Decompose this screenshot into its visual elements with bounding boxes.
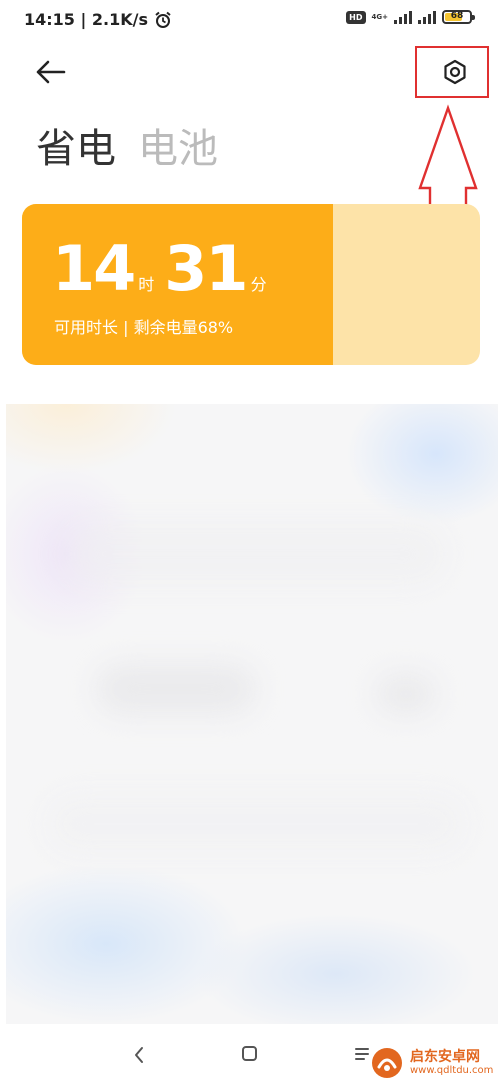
battery-icon: 68 <box>442 10 475 24</box>
signal-icon-2 <box>418 10 436 24</box>
status-time: 14:15 | 2.1K/s <box>24 10 149 29</box>
watermark-name: 启东安卓网 <box>410 1049 480 1065</box>
tab-bar: 省电 电池 <box>36 116 218 174</box>
hexagon-gear-icon <box>444 59 466 85</box>
watermark-logo: 启东安卓网 www.qdltdu.com <box>370 1044 498 1082</box>
tab-battery[interactable]: 电池 <box>138 116 218 174</box>
blurred-content <box>6 404 498 1024</box>
hours-value: 14 <box>52 232 136 305</box>
arrow-left-icon <box>36 60 66 84</box>
status-right: HD 4G+ 68 <box>346 10 475 24</box>
minutes-unit: 分 <box>250 275 267 294</box>
status-left: 14:15 | 2.1K/s <box>24 10 172 29</box>
hours-unit: 时 <box>138 275 155 294</box>
hd-badge: HD <box>346 10 366 24</box>
nav-back-button[interactable] <box>128 1042 150 1068</box>
network-indicator: 4G+ <box>371 12 388 21</box>
battery-time-card[interactable]: 14 时 31 分 可用时长 | 剩余电量68% <box>22 204 480 365</box>
nav-home-button[interactable] <box>240 1044 260 1064</box>
battery-level: 68 <box>450 11 464 21</box>
back-button[interactable] <box>30 56 70 88</box>
chevron-left-icon <box>135 1047 143 1063</box>
minutes-value: 31 <box>164 232 248 305</box>
network-label: 4G+ <box>371 12 388 21</box>
battery-card-subtitle: 可用时长 | 剩余电量68% <box>54 318 234 337</box>
remaining-time: 14 时 31 分 <box>52 232 277 305</box>
square-home-icon <box>242 1046 257 1061</box>
watermark-url: www.qdltdu.com <box>410 1065 494 1076</box>
signal-icon <box>394 10 412 24</box>
watermark-logo-icon <box>372 1048 402 1078</box>
alarm-icon <box>155 11 171 28</box>
status-bar: 14:15 | 2.1K/s HD 4G+ 68 <box>0 0 500 40</box>
tab-power-saving[interactable]: 省电 <box>36 116 116 174</box>
settings-button[interactable] <box>415 46 491 98</box>
